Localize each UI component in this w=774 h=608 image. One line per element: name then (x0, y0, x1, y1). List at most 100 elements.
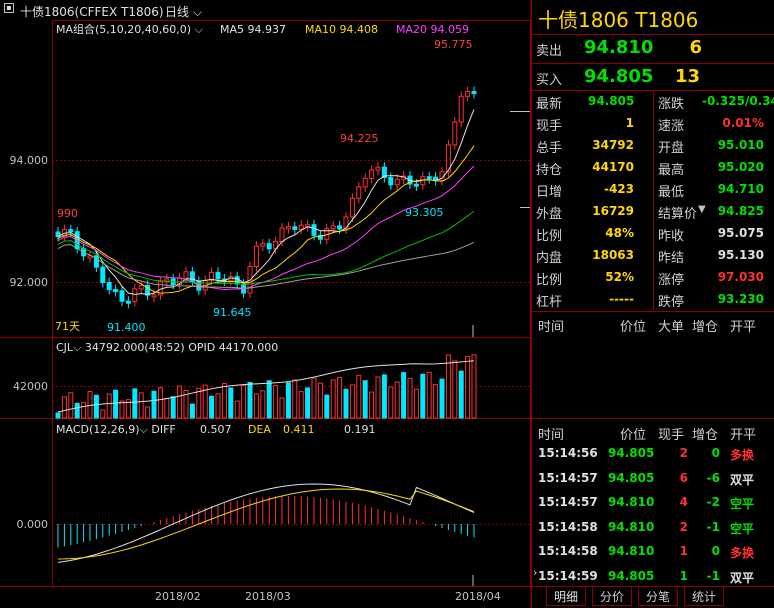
candle-body (106, 282, 112, 291)
volume-bar (458, 370, 464, 419)
candle-body (465, 91, 471, 97)
tick-row[interactable]: 15:14:58 94.810 2 -1 空平 (532, 516, 774, 540)
candle-body (292, 226, 298, 230)
volume-bar (189, 403, 195, 419)
stat-value: 94.805 (588, 94, 635, 108)
candle-body (183, 271, 189, 279)
stat-label: 速涨 (658, 119, 685, 134)
kline-chart-area[interactable]: 94.000 92.000 42000 0.000 MA组合(5,10,20,4… (0, 0, 531, 608)
volume-bar (260, 390, 266, 419)
volume-bar (407, 377, 413, 419)
stat-label: 涨停 (658, 273, 685, 288)
stat-label: 总手 (536, 141, 563, 156)
volume-bar (55, 412, 61, 419)
tick-row[interactable]: 15:14:57 94.810 4 -2 空平 (532, 491, 774, 515)
stat-value: 93.230 (717, 292, 764, 306)
candle-body (458, 95, 464, 123)
volume-bar (330, 379, 336, 419)
candle-body (298, 224, 304, 230)
diff-value: 0.507 (200, 423, 232, 436)
macd-legend: MACD(12,26,9)⌵ DIFF (56, 423, 176, 436)
stat-value: 94.710 (717, 182, 764, 196)
stat-label: 跌停 (658, 295, 685, 310)
volume-bar (132, 388, 138, 419)
volume-bar (253, 393, 259, 419)
candle-body (151, 294, 157, 298)
tab-trades[interactable]: 分笔 (638, 586, 678, 606)
volume-bar (87, 391, 93, 419)
volume-bar (74, 402, 80, 419)
volume-bar (81, 402, 87, 419)
candle-body (349, 197, 355, 218)
macd-tick-label: 0.000 (17, 518, 49, 531)
stat-value: 95.130 (717, 248, 764, 262)
sell-price[interactable]: 94.810 (584, 37, 653, 58)
tick-row[interactable]: 15:14:58 94.810 1 0 多换 (532, 540, 774, 564)
stat-label: 持仓 (536, 163, 563, 178)
volume-bar (420, 373, 426, 419)
low-annotation: 91.400 (107, 321, 146, 334)
candle-body (266, 243, 272, 250)
ma-combo-label[interactable]: MA组合(5,10,20,40,60,0) ⌵ (56, 22, 204, 36)
high-annotation: 95.775 (434, 38, 473, 51)
moving-average-lines (57, 109, 475, 295)
tab-price[interactable]: 分价 (592, 586, 632, 606)
scroll-arrow-icon[interactable]: › (533, 566, 537, 579)
dea-value: 0.411 (283, 423, 315, 436)
ma-value-annotation: 990 (57, 207, 78, 220)
stat-value: 94.825 (717, 204, 764, 218)
volume-bar (381, 374, 387, 419)
sell-volume: 6 (689, 37, 702, 58)
stat-value: 0.01% (722, 116, 764, 130)
volume-bar (433, 384, 439, 419)
stat-label: 日增 (536, 185, 563, 200)
volume-bar (305, 387, 311, 419)
volume-bar (145, 406, 151, 419)
ma-line (57, 109, 475, 295)
tab-details[interactable]: 明细 (546, 586, 586, 606)
tick-row[interactable]: 15:14:56 94.805 2 0 多换 (532, 442, 774, 466)
buy-price[interactable]: 94.805 (584, 66, 653, 87)
contract-title: 十债1806 T1806 (538, 8, 699, 32)
stat-label: 开盘 (658, 141, 685, 156)
candle-body (260, 243, 266, 247)
volume-bar (426, 371, 432, 419)
days-label: 71天 (55, 320, 80, 333)
peak-annotation: 94.225 (340, 132, 379, 145)
volume-bar (215, 393, 221, 419)
volume-bar (317, 382, 323, 419)
candle-body (369, 169, 375, 179)
stat-label: 昨收 (658, 229, 685, 244)
stat-value: 34792 (592, 138, 634, 152)
volume-bar (157, 387, 163, 419)
volume-bar (138, 392, 144, 419)
candlestick-series (55, 86, 477, 309)
trading-terminal: ▪ 十债1806(CFFEX T1806) 日线 ⌵ 94.000 92.000… (0, 0, 774, 608)
ma20-legend: MA20 94.059 (396, 23, 469, 36)
tick-row[interactable]: 15:14:59 94.805 1 -1 双平 (532, 565, 774, 589)
volume-bar (266, 380, 272, 419)
stat-label: 杠杆 (536, 295, 563, 310)
stat-label: 比例 (536, 273, 563, 288)
volume-bar (452, 360, 458, 419)
sell-label: 卖出 (536, 44, 563, 59)
volume-bar (113, 389, 119, 419)
volume-bar (196, 387, 202, 419)
candle-body (375, 166, 381, 171)
volume-bar (445, 354, 451, 419)
candle-body (388, 176, 394, 186)
volume-bar (337, 376, 343, 419)
stat-value: ----- (609, 292, 634, 306)
tick-row[interactable]: 15:14:57 94.805 6 -6 双平 (532, 467, 774, 491)
chevron-down-icon: ⌵ (140, 423, 149, 436)
stat-value: 95.075 (717, 226, 764, 240)
candle-body (215, 271, 221, 280)
tab-stats[interactable]: 统计 (684, 586, 724, 606)
stat-label: 结算价 (658, 207, 698, 222)
macd-histogram (57, 483, 475, 563)
candle-body (119, 290, 125, 302)
quote-panel: 十债1806 T1806 卖出 94.810 6 买入 94.805 13 最新… (531, 0, 774, 608)
volume-bar (273, 385, 279, 419)
buy-label: 买入 (536, 73, 563, 88)
candle-body (100, 266, 106, 284)
